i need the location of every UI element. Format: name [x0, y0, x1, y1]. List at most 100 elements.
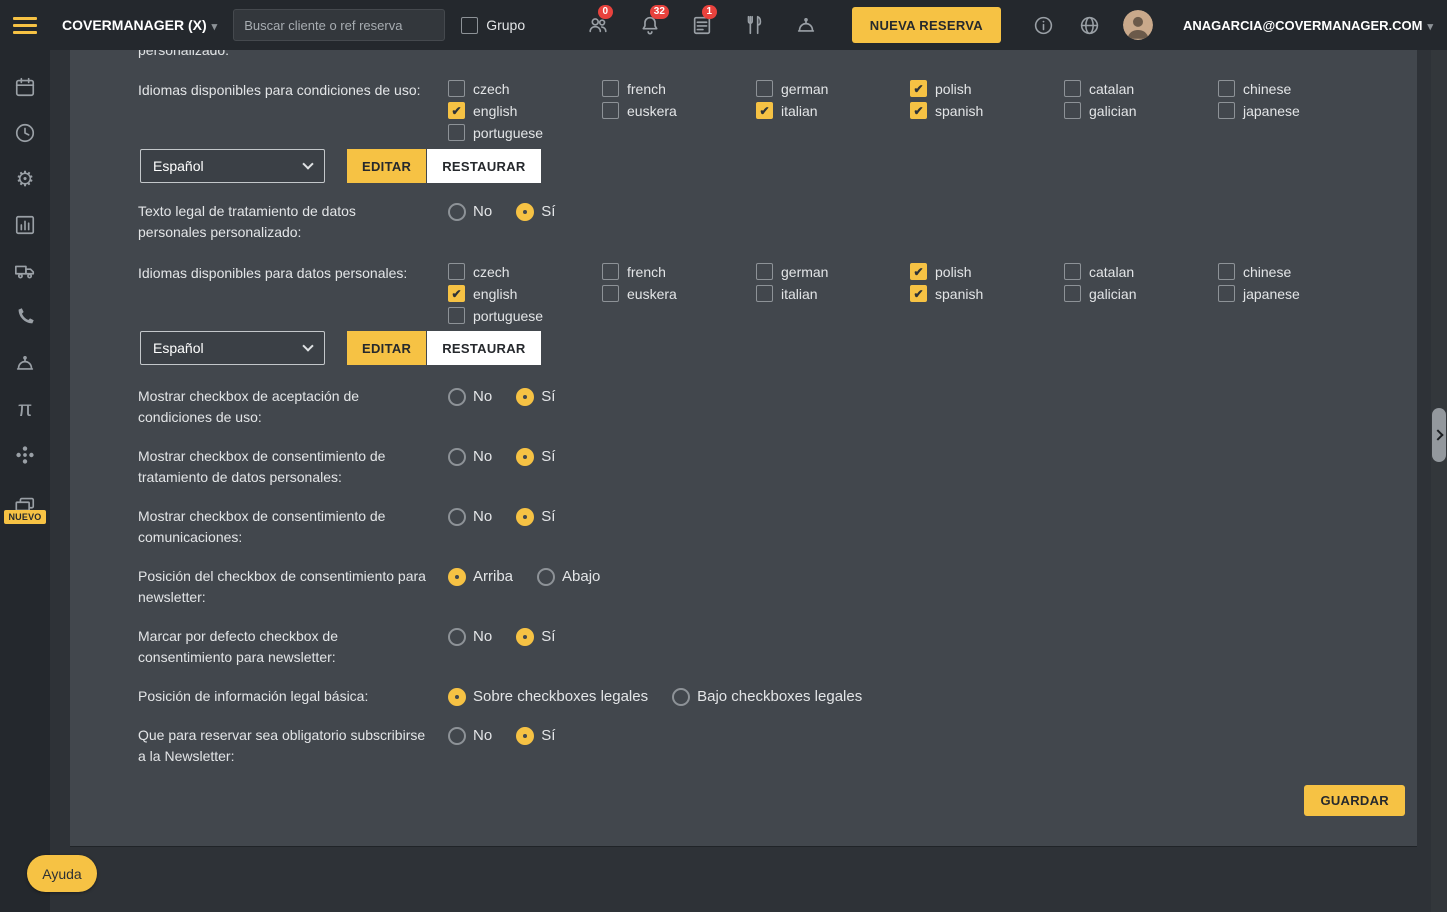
editar-button[interactable]: EDITAR: [347, 331, 427, 365]
language-option-polish[interactable]: ✔ polish: [910, 263, 1064, 280]
calendar-icon[interactable]: [0, 64, 50, 110]
notifications-bell-icon[interactable]: 32: [638, 5, 669, 37]
radio-option-sí[interactable]: Sí: [516, 507, 555, 526]
checkbox-unchecked-icon[interactable]: [602, 285, 619, 302]
radio-option-no[interactable]: No: [448, 507, 492, 526]
checkbox-unchecked-icon[interactable]: [602, 102, 619, 119]
language-option-italian[interactable]: ✔ italian: [756, 102, 910, 119]
language-option-japanese[interactable]: japanese: [1218, 285, 1372, 302]
radio-option-sí[interactable]: Sí: [516, 726, 555, 745]
language-option-german[interactable]: german: [756, 263, 910, 280]
language-option-chinese[interactable]: chinese: [1218, 80, 1372, 97]
checkbox-unchecked-icon[interactable]: [1064, 80, 1081, 97]
radio-unselected-icon[interactable]: [448, 507, 466, 526]
radio-selected-icon[interactable]: [516, 387, 535, 406]
radio-selected-icon[interactable]: [516, 507, 535, 526]
language-option-galician[interactable]: galician: [1064, 285, 1218, 302]
editar-button[interactable]: EDITAR: [347, 149, 427, 183]
radio-option-sí[interactable]: Sí: [516, 627, 555, 646]
hamburger-menu-icon[interactable]: [0, 0, 50, 50]
language-option-euskera[interactable]: euskera: [602, 102, 756, 119]
expand-panel-chevron-icon[interactable]: [1432, 429, 1444, 441]
language-select[interactable]: Español: [140, 331, 325, 365]
walkin-people-icon[interactable]: 0: [586, 5, 613, 37]
chart-icon[interactable]: [0, 202, 50, 248]
language-option-catalan[interactable]: catalan: [1064, 80, 1218, 97]
radio-selected-icon[interactable]: [516, 447, 535, 466]
language-option-chinese[interactable]: chinese: [1218, 263, 1372, 280]
language-option-french[interactable]: french: [602, 80, 756, 97]
radio-option-no[interactable]: No: [448, 726, 492, 745]
radio-unselected-icon[interactable]: [448, 726, 466, 745]
checkbox-checked-icon[interactable]: ✔: [910, 102, 927, 119]
integrations-icon[interactable]: [0, 432, 50, 478]
guardar-button[interactable]: GUARDAR: [1304, 785, 1405, 816]
radio-unselected-icon[interactable]: [448, 627, 466, 646]
checkbox-checked-icon[interactable]: ✔: [910, 80, 927, 97]
checkbox-unchecked-icon[interactable]: [1064, 285, 1081, 302]
phone-icon[interactable]: [0, 294, 50, 340]
radio-selected-icon[interactable]: [516, 627, 535, 646]
grupo-checkbox[interactable]: Grupo: [461, 16, 525, 34]
language-option-galician[interactable]: galician: [1064, 102, 1218, 119]
checkbox-unchecked-icon[interactable]: [1064, 102, 1081, 119]
tables-icon[interactable]: π: [0, 386, 50, 432]
language-option-polish[interactable]: ✔ polish: [910, 80, 1064, 97]
reservation-list-icon[interactable]: 1: [690, 5, 717, 37]
checkbox-unchecked-icon[interactable]: [461, 16, 479, 34]
radio-unselected-icon[interactable]: [537, 567, 556, 586]
radio-unselected-icon[interactable]: [672, 687, 691, 706]
checkbox-unchecked-icon[interactable]: [1218, 80, 1235, 97]
truck-icon[interactable]: [0, 248, 50, 294]
language-option-euskera[interactable]: euskera: [602, 285, 756, 302]
checkbox-unchecked-icon[interactable]: [602, 80, 619, 97]
help-button[interactable]: Ayuda: [27, 855, 97, 892]
clock-icon[interactable]: [0, 110, 50, 156]
checkbox-unchecked-icon[interactable]: [756, 263, 773, 280]
gear-icon[interactable]: ⚙: [0, 156, 50, 202]
checkbox-checked-icon[interactable]: ✔: [910, 263, 927, 280]
radio-option-sí[interactable]: Sí: [516, 202, 555, 221]
info-icon[interactable]: [1031, 13, 1055, 37]
checkbox-unchecked-icon[interactable]: [1218, 263, 1235, 280]
radio-selected-icon[interactable]: [516, 202, 535, 221]
language-option-czech[interactable]: czech: [448, 80, 602, 97]
checkbox-unchecked-icon[interactable]: [1218, 285, 1235, 302]
radio-unselected-icon[interactable]: [448, 447, 466, 466]
language-option-italian[interactable]: italian: [756, 285, 910, 302]
brand-selector[interactable]: COVERMANAGER (X) ▾: [62, 17, 217, 33]
language-option-english[interactable]: ✔ english: [448, 285, 602, 302]
service-bell-icon[interactable]: [0, 340, 50, 386]
language-option-catalan[interactable]: catalan: [1064, 263, 1218, 280]
language-option-english[interactable]: ✔ english: [448, 102, 602, 119]
service-bell-icon[interactable]: [794, 13, 818, 37]
vertical-scrollbar[interactable]: [1431, 50, 1447, 912]
avatar[interactable]: [1123, 10, 1154, 40]
search-input[interactable]: [233, 9, 446, 41]
language-option-german[interactable]: german: [756, 80, 910, 97]
checkbox-unchecked-icon[interactable]: [448, 80, 465, 97]
language-option-portuguese[interactable]: portuguese: [448, 124, 602, 141]
language-option-spanish[interactable]: ✔ spanish: [910, 102, 1064, 119]
globe-icon[interactable]: [1077, 13, 1101, 37]
radio-selected-icon[interactable]: [516, 726, 535, 745]
language-option-spanish[interactable]: ✔ spanish: [910, 285, 1064, 302]
radio-option-arriba[interactable]: Arriba: [448, 567, 513, 586]
checkbox-checked-icon[interactable]: ✔: [448, 102, 465, 119]
language-option-portuguese[interactable]: portuguese: [448, 307, 602, 324]
radio-selected-icon[interactable]: [448, 687, 466, 706]
radio-option-no[interactable]: No: [448, 447, 492, 466]
radio-option-no[interactable]: No: [448, 387, 492, 406]
radio-option-no[interactable]: No: [448, 627, 492, 646]
checkbox-unchecked-icon[interactable]: [756, 80, 773, 97]
checkbox-checked-icon[interactable]: ✔: [448, 285, 465, 302]
radio-unselected-icon[interactable]: [448, 202, 466, 221]
radio-selected-icon[interactable]: [448, 567, 466, 586]
nueva-reserva-button[interactable]: NUEVA RESERVA: [851, 7, 1002, 43]
checkbox-unchecked-icon[interactable]: [448, 263, 465, 280]
checkbox-unchecked-icon[interactable]: [1218, 102, 1235, 119]
restaurar-button[interactable]: RESTAURAR: [427, 331, 541, 365]
checkbox-unchecked-icon[interactable]: [448, 124, 465, 141]
radio-option-sobre-checkboxes-legales[interactable]: Sobre checkboxes legales: [448, 687, 648, 706]
restaurar-button[interactable]: RESTAURAR: [427, 149, 541, 183]
